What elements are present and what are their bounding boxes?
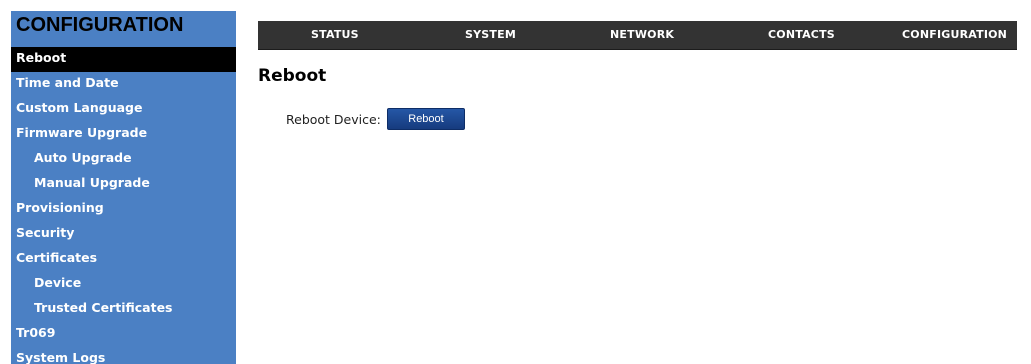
sidebar-item-firmware-upgrade[interactable]: Firmware Upgrade [11,122,236,147]
reboot-device-label: Reboot Device: [286,112,381,127]
sidebar-item-trusted-certificates[interactable]: Trusted Certificates [11,297,236,322]
tab-system[interactable]: SYSTEM [465,21,516,49]
reboot-button[interactable]: Reboot [387,108,465,130]
page-title: Reboot [258,66,327,86]
sidebar-item-auto-upgrade[interactable]: Auto Upgrade [11,147,236,172]
tab-contacts[interactable]: CONTACTS [768,21,835,49]
sidebar-item-device[interactable]: Device [11,272,236,297]
sidebar-item-security[interactable]: Security [11,222,236,247]
sidebar-item-provisioning[interactable]: Provisioning [11,197,236,222]
sidebar-item-manual-upgrade[interactable]: Manual Upgrade [11,172,236,197]
tab-network[interactable]: NETWORK [610,21,674,49]
sidebar-title: CONFIGURATION [16,14,184,36]
sidebar-item-time-and-date[interactable]: Time and Date [11,72,236,97]
tab-configuration[interactable]: CONFIGURATION [902,21,1007,49]
sidebar-item-custom-language[interactable]: Custom Language [11,97,236,122]
sidebar-item-certificates[interactable]: Certificates [11,247,236,272]
top-nav-bar: STATUS SYSTEM NETWORK CONTACTS CONFIGURA… [258,21,1017,50]
sidebar-item-system-logs[interactable]: System Logs [11,347,236,364]
sidebar-item-reboot[interactable]: Reboot [11,47,236,72]
sidebar-item-tr069[interactable]: Tr069 [11,322,236,347]
tab-status[interactable]: STATUS [311,21,359,49]
sidebar: CONFIGURATION Reboot Time and Date Custo… [11,11,236,364]
